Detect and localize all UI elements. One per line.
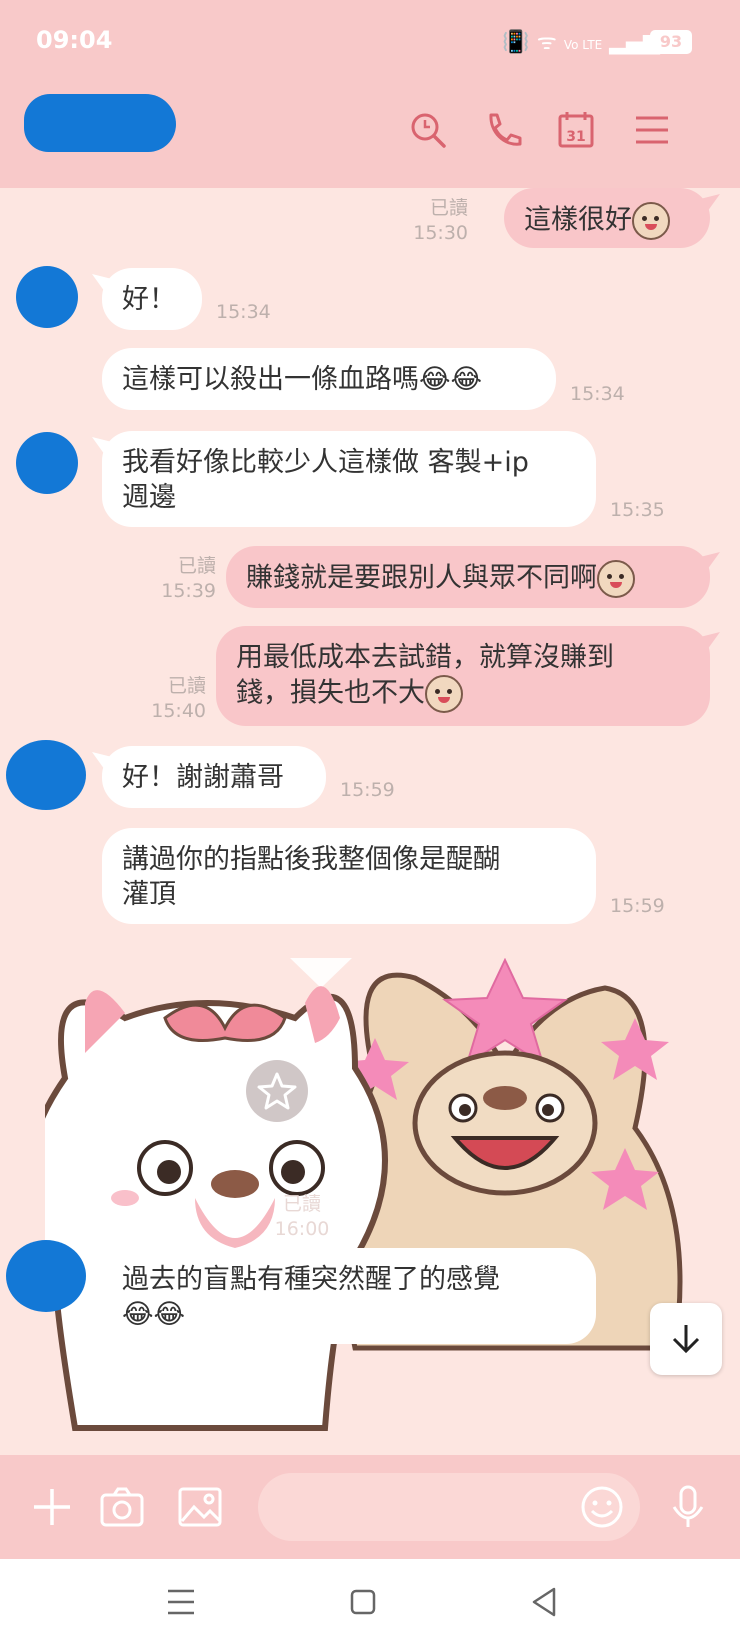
message-time: 15:34 — [216, 301, 271, 323]
battery-indicator: 93 — [650, 30, 692, 54]
dog-emoji-icon — [632, 202, 670, 240]
message-text-line: 我看好像比較少人這樣做 客製+ip — [122, 447, 529, 478]
avatar[interactable] — [6, 740, 86, 810]
sticker-favorite-button[interactable] — [246, 1060, 308, 1122]
status-bar: 09:04 📳 ᯤ Vo LTE ▂▄▆ 93 — [0, 0, 740, 88]
emoji-icon[interactable] — [578, 1483, 626, 1531]
image-icon[interactable] — [176, 1483, 224, 1531]
read-receipt: 已讀 15:40 — [151, 674, 206, 724]
message-bubble-outgoing[interactable]: 這樣很好 — [504, 188, 710, 248]
read-receipt: 已讀 16:00 — [270, 1192, 334, 1242]
dog-emoji-icon — [597, 560, 635, 598]
home-button[interactable] — [340, 1579, 386, 1625]
read-label: 已讀 — [177, 555, 216, 577]
message-time: 15:34 — [570, 383, 625, 405]
back-button[interactable] — [522, 1579, 568, 1625]
chat-header: 31 — [0, 88, 740, 188]
message-bubble-incoming[interactable]: 講過你的指點後我整個像是醍醐 灌頂 — [102, 828, 596, 924]
message-time: 15:39 — [161, 580, 216, 602]
message-composer — [0, 1455, 740, 1559]
message-text-line: 錢，損失也不大 — [236, 677, 425, 709]
message-bubble-incoming[interactable]: 我看好像比較少人這樣做 客製+ip 週邊 — [102, 431, 596, 527]
read-label: 已讀 — [429, 197, 468, 219]
message-time: 15:35 — [610, 499, 665, 521]
message-text-line: 講過你的指點後我整個像是醍醐 — [122, 844, 500, 875]
contact-name-redacted — [24, 94, 176, 152]
mic-icon[interactable] — [664, 1483, 712, 1531]
message-bubble-outgoing[interactable]: 賺錢就是要跟別人與眾不同啊 — [226, 546, 710, 608]
message-bubble-outgoing[interactable]: 用最低成本去試錯，就算沒賺到 錢，損失也不大 — [216, 626, 710, 726]
menu-icon[interactable] — [632, 110, 672, 150]
calendar-icon[interactable]: 31 — [556, 110, 596, 150]
arrow-down-icon — [672, 1325, 700, 1354]
message-time: 15:30 — [413, 222, 468, 244]
camera-icon[interactable] — [98, 1483, 146, 1531]
plus-icon[interactable] — [28, 1483, 76, 1531]
message-text-line: 😂😂 — [122, 1299, 186, 1330]
message-bubble-incoming[interactable]: 這樣可以殺出一條血路嗎😂😂 — [102, 348, 556, 410]
avatar[interactable] — [16, 432, 78, 494]
message-text: 這樣可以殺出一條血路嗎😂😂 — [122, 364, 483, 395]
message-text-line: 週邊 — [122, 482, 176, 513]
message-text: 這樣很好 — [524, 204, 632, 236]
read-receipt: 已讀 15:30 — [413, 196, 468, 246]
avatar[interactable] — [6, 1240, 86, 1312]
message-text: 好！謝謝蕭哥 — [122, 762, 284, 793]
message-text-line: 用最低成本去試錯，就算沒賺到 — [236, 642, 614, 673]
message-bubble-incoming[interactable]: 過去的盲點有種突然醒了的感覺 😂😂 — [102, 1248, 596, 1344]
message-text-line: 過去的盲點有種突然醒了的感覺 — [122, 1264, 500, 1295]
message-time: 15:59 — [340, 779, 395, 801]
message-text-line: 灌頂 — [122, 879, 176, 910]
message-time: 16:00 — [274, 1218, 330, 1240]
message-time: 15:59 — [610, 895, 665, 917]
read-label: 已讀 — [282, 1193, 321, 1215]
system-navigation-bar — [0, 1559, 740, 1645]
search-icon[interactable] — [408, 110, 448, 150]
status-time: 09:04 — [36, 26, 113, 54]
message-time: 15:40 — [151, 700, 206, 722]
message-bubble-incoming[interactable]: 好！謝謝蕭哥 — [102, 746, 326, 808]
chat-area[interactable]: 已讀 15:30 這樣很好 好！ 15:34 這樣可以殺出一條血路嗎😂😂 15:3… — [0, 188, 740, 1455]
message-text: 賺錢就是要跟別人與眾不同啊 — [246, 562, 597, 594]
status-icons: 📳 ᯤ Vo LTE ▂▄▆ — [502, 30, 660, 55]
phone-icon[interactable] — [482, 110, 522, 150]
star-icon — [257, 1072, 297, 1110]
sticker-image[interactable] — [24, 957, 695, 1455]
message-text: 好！ — [122, 284, 176, 315]
read-receipt: 已讀 15:39 — [161, 554, 216, 604]
scroll-down-button[interactable] — [650, 1303, 722, 1375]
read-label: 已讀 — [167, 675, 206, 697]
svg-text:31: 31 — [566, 129, 585, 145]
avatar[interactable] — [16, 266, 78, 328]
dog-emoji-icon — [425, 675, 463, 713]
recent-apps-button[interactable] — [158, 1579, 204, 1625]
message-bubble-incoming[interactable]: 好！ — [102, 268, 202, 330]
network-label: Vo LTE — [563, 38, 603, 52]
